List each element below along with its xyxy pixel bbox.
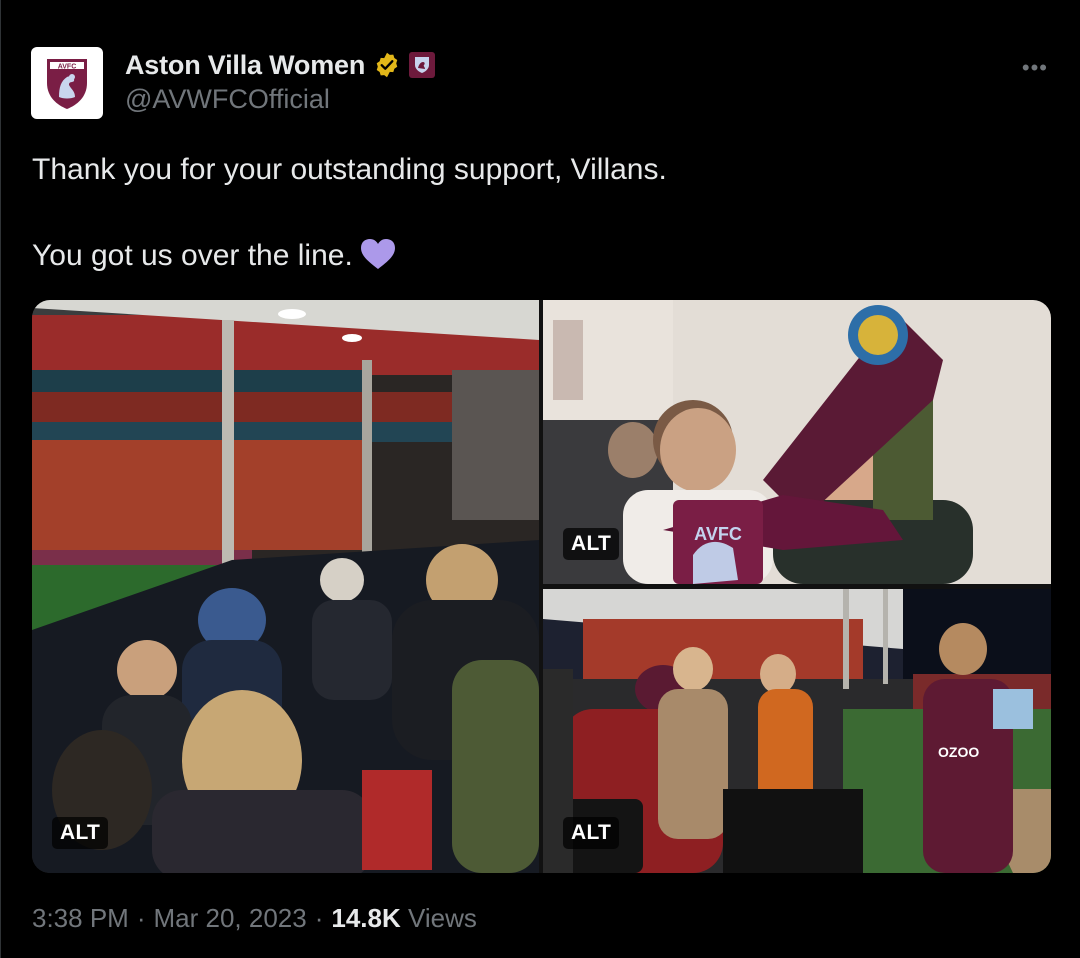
club-crest-logo: AVFC xyxy=(47,59,87,109)
purple-heart-icon xyxy=(360,239,395,269)
more-icon[interactable]: ••• xyxy=(1022,55,1048,81)
svg-text:OZOO: OZOO xyxy=(938,744,979,760)
tweet-meta: 3:38 PM · Mar 20, 2023 · 14.8K Views xyxy=(32,903,477,934)
author-name-row: Aston Villa Women xyxy=(125,48,436,82)
media-photo-2[interactable]: AVFC ALT xyxy=(543,300,1051,584)
frame-border xyxy=(0,0,1,958)
media-grid: ALT AVFC ALT OZOO ALT xyxy=(32,300,1051,873)
verified-badge-icon[interactable] xyxy=(373,51,401,79)
meta-separator: · xyxy=(136,903,146,933)
views-label: Views xyxy=(408,903,477,933)
stadium-crowd-photo xyxy=(32,300,539,873)
players-meeting-fans-photo: OZOO xyxy=(543,589,1051,873)
club-crest-icon[interactable] xyxy=(409,52,436,78)
alt-badge[interactable]: ALT xyxy=(52,817,109,849)
meta-separator: · xyxy=(314,903,324,933)
tweet-line-1: Thank you for your outstanding support, … xyxy=(32,153,667,186)
display-name[interactable]: Aston Villa Women xyxy=(125,50,365,81)
alt-badge[interactable]: ALT xyxy=(563,528,620,560)
handle[interactable]: @AVWFCOfficial xyxy=(125,84,330,115)
media-photo-1[interactable]: ALT xyxy=(32,300,539,873)
tweet-time[interactable]: 3:38 PM xyxy=(32,903,129,934)
tweet-line-2-text: You got us over the line. xyxy=(32,239,353,272)
views-count[interactable]: 14.8K xyxy=(331,903,400,933)
svg-text:AVFC: AVFC xyxy=(694,524,742,544)
svg-text:AVFC: AVFC xyxy=(58,64,77,71)
media-photo-3[interactable]: OZOO ALT xyxy=(543,589,1051,873)
tweet-date[interactable]: Mar 20, 2023 xyxy=(154,903,307,934)
fans-with-scarves-photo: AVFC xyxy=(543,300,1051,584)
avatar[interactable]: AVFC xyxy=(31,47,103,119)
tweet-text: Thank you for your outstanding support, … xyxy=(32,150,1042,276)
alt-badge[interactable]: ALT xyxy=(563,817,620,849)
tweet-line-2: You got us over the line. xyxy=(32,236,1042,276)
